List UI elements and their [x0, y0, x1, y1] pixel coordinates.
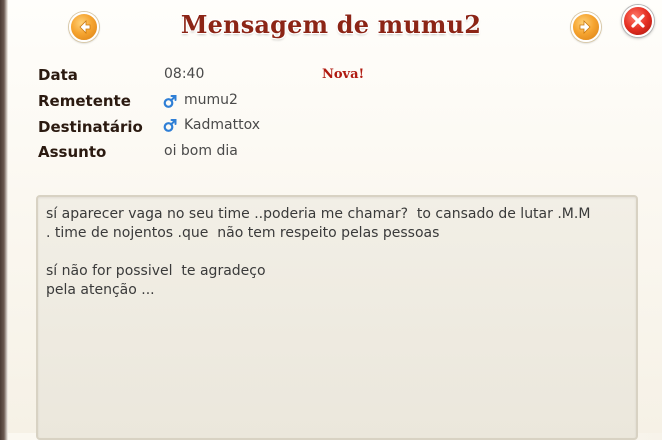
sender-label: Remetente [38, 92, 131, 110]
subject-label: Assunto [38, 143, 107, 161]
date-label: Data [38, 66, 78, 84]
subject-value: oi bom dia [164, 143, 238, 159]
new-badge: Nova! [322, 67, 365, 82]
date-value: 08:40 [164, 66, 205, 82]
sender-value[interactable]: mumu2 [184, 92, 238, 108]
close-button[interactable] [622, 5, 654, 37]
recipient-value[interactable]: Kadmattox [184, 117, 260, 133]
arrow-right-icon [579, 20, 591, 34]
close-icon [631, 14, 645, 28]
male-icon [163, 95, 177, 108]
page-title: Mensagem de mumu2 [180, 10, 482, 39]
message-body-text: sí aparecer vaga no seu time ..poderia m… [46, 206, 591, 298]
next-message-button[interactable] [571, 12, 601, 42]
recipient-label: Destinatário [38, 118, 143, 136]
male-icon [163, 119, 177, 132]
